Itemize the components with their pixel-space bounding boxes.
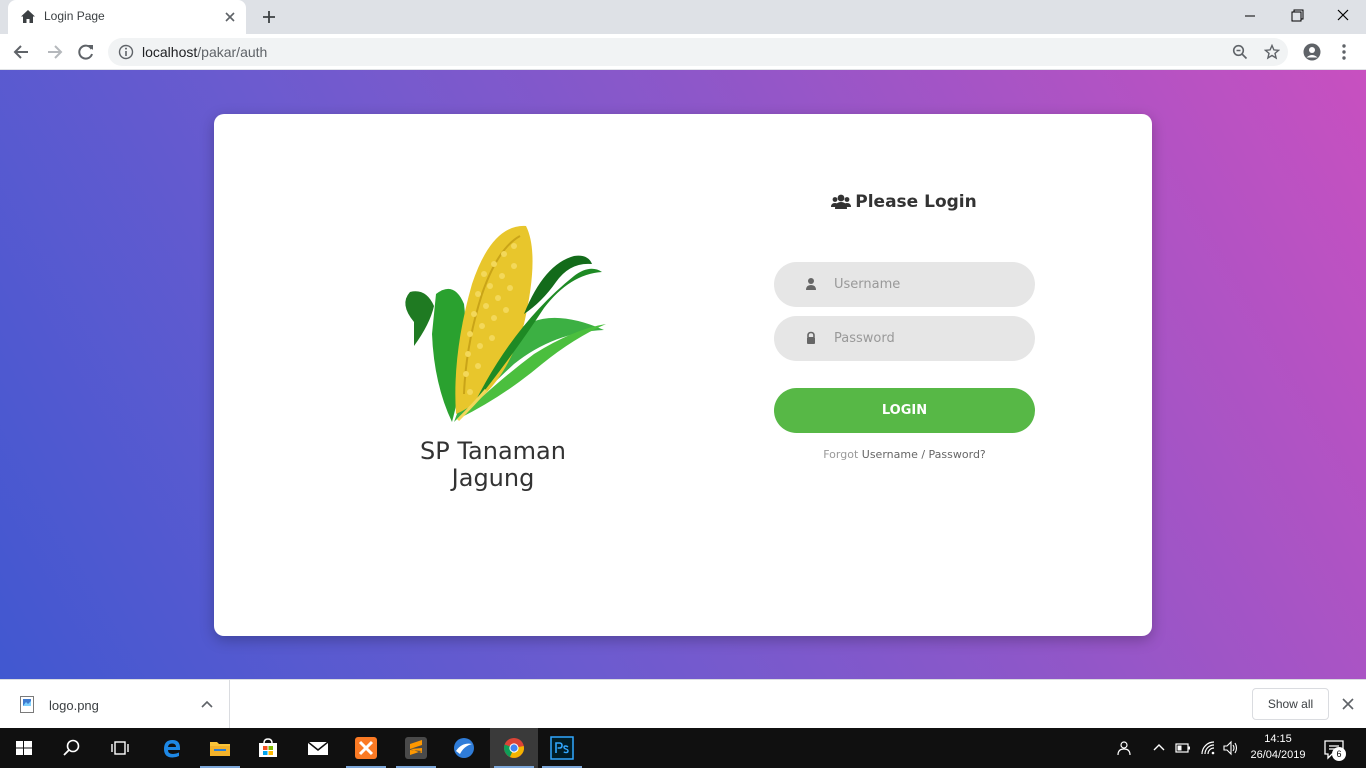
forgot-link[interactable]: Username / Password? (862, 448, 986, 461)
username-input[interactable] (834, 262, 1024, 307)
task-view-button[interactable] (96, 728, 144, 768)
close-icon[interactable] (1340, 696, 1356, 712)
home-icon (21, 10, 35, 23)
close-window-icon[interactable] (1331, 6, 1355, 26)
users-icon (831, 194, 852, 209)
form-title: Please Login (774, 192, 1034, 220)
browser-toolbar: localhost/pakar/auth (0, 34, 1366, 70)
mail-icon (307, 741, 329, 755)
back-icon[interactable] (12, 42, 32, 62)
forgot-separator: / (917, 448, 929, 461)
image-file-icon (20, 696, 34, 713)
reload-icon[interactable] (76, 42, 96, 62)
wifi-icon[interactable] (1200, 740, 1216, 756)
battery-icon[interactable] (1175, 740, 1191, 756)
chevron-up-icon[interactable] (1151, 740, 1167, 756)
brand-title: SP Tanaman Jagung (344, 438, 642, 492)
taskbar-explorer[interactable] (196, 728, 244, 768)
sublime-icon (405, 737, 427, 759)
edge-icon (164, 740, 180, 758)
forgot-password: Password? (928, 448, 986, 461)
tab-strip: Login Page (0, 0, 1366, 34)
user-icon (806, 278, 816, 290)
xampp-icon (355, 737, 377, 759)
lock-icon (807, 331, 815, 344)
taskbar-edge[interactable] (148, 728, 196, 768)
browser-icon (454, 738, 474, 758)
forgot-credentials: Forgot Username / Password? (774, 448, 1035, 461)
store-icon (259, 738, 277, 757)
info-icon[interactable] (118, 44, 134, 60)
brand-line-2: Jagung (451, 464, 535, 492)
download-bar: logo.png Show all (0, 679, 1366, 729)
taskbar-xampp[interactable] (342, 728, 390, 768)
taskbar: 14:15 26/04/2019 6 (0, 728, 1366, 768)
taskbar-browser[interactable] (440, 728, 488, 768)
account-icon[interactable] (1302, 42, 1322, 62)
login-card: SP Tanaman Jagung Please Login Username … (214, 114, 1152, 636)
url-path: /pakar/auth (197, 44, 268, 60)
taskbar-sublime[interactable] (392, 728, 440, 768)
restore-icon[interactable] (1285, 6, 1309, 26)
address-bar[interactable]: localhost/pakar/auth (108, 38, 1288, 66)
password-input[interactable] (834, 316, 1024, 361)
forward-icon[interactable] (44, 42, 64, 62)
download-file-name: logo.png (49, 698, 99, 713)
download-item[interactable]: logo.png (0, 680, 230, 729)
clock-time: 14:15 (1264, 733, 1292, 745)
menu-icon[interactable] (1334, 42, 1354, 62)
brand-line-1: SP Tanaman (420, 437, 566, 465)
minimize-icon[interactable] (1238, 6, 1262, 26)
taskbar-photoshop[interactable] (538, 728, 586, 768)
system-clock[interactable]: 14:15 26/04/2019 (1240, 731, 1316, 763)
username-field[interactable] (774, 262, 1035, 307)
plus-icon[interactable] (260, 8, 278, 26)
tab-login-page[interactable]: Login Page (8, 0, 246, 34)
search-button[interactable] (48, 728, 96, 768)
login-button[interactable]: LOGIN (774, 388, 1035, 433)
taskbar-chrome[interactable] (490, 728, 538, 768)
start-button[interactable] (0, 728, 48, 768)
tab-title: Login Page (44, 9, 105, 23)
url-host: localhost (142, 44, 198, 60)
forgot-prefix: Forgot (823, 448, 859, 461)
photoshop-icon (550, 736, 574, 760)
taskbar-mail[interactable] (294, 728, 342, 768)
taskbar-store[interactable] (244, 728, 292, 768)
forgot-username: Username (861, 448, 918, 461)
url-text[interactable]: localhost/pakar/auth (142, 44, 267, 60)
page-background: SP Tanaman Jagung Please Login Username … (0, 70, 1366, 679)
chrome-icon (504, 738, 524, 758)
corn-logo (405, 225, 606, 422)
password-field[interactable] (774, 316, 1035, 361)
clock-date: 26/04/2019 (1250, 749, 1306, 761)
star-icon[interactable] (1264, 44, 1280, 60)
windows-icon (16, 741, 32, 755)
search-icon (63, 739, 80, 756)
task-view-icon (111, 741, 129, 755)
volume-icon[interactable] (1223, 740, 1239, 756)
people-icon[interactable] (1115, 740, 1131, 756)
close-icon[interactable] (222, 9, 238, 25)
form-title-text: Please Login (855, 192, 977, 212)
zoom-icon[interactable] (1232, 44, 1248, 60)
show-all-button[interactable]: Show all (1252, 688, 1329, 720)
chevron-up-icon[interactable] (199, 697, 215, 713)
folder-icon (210, 742, 230, 756)
notification-count: 6 (1332, 747, 1346, 761)
